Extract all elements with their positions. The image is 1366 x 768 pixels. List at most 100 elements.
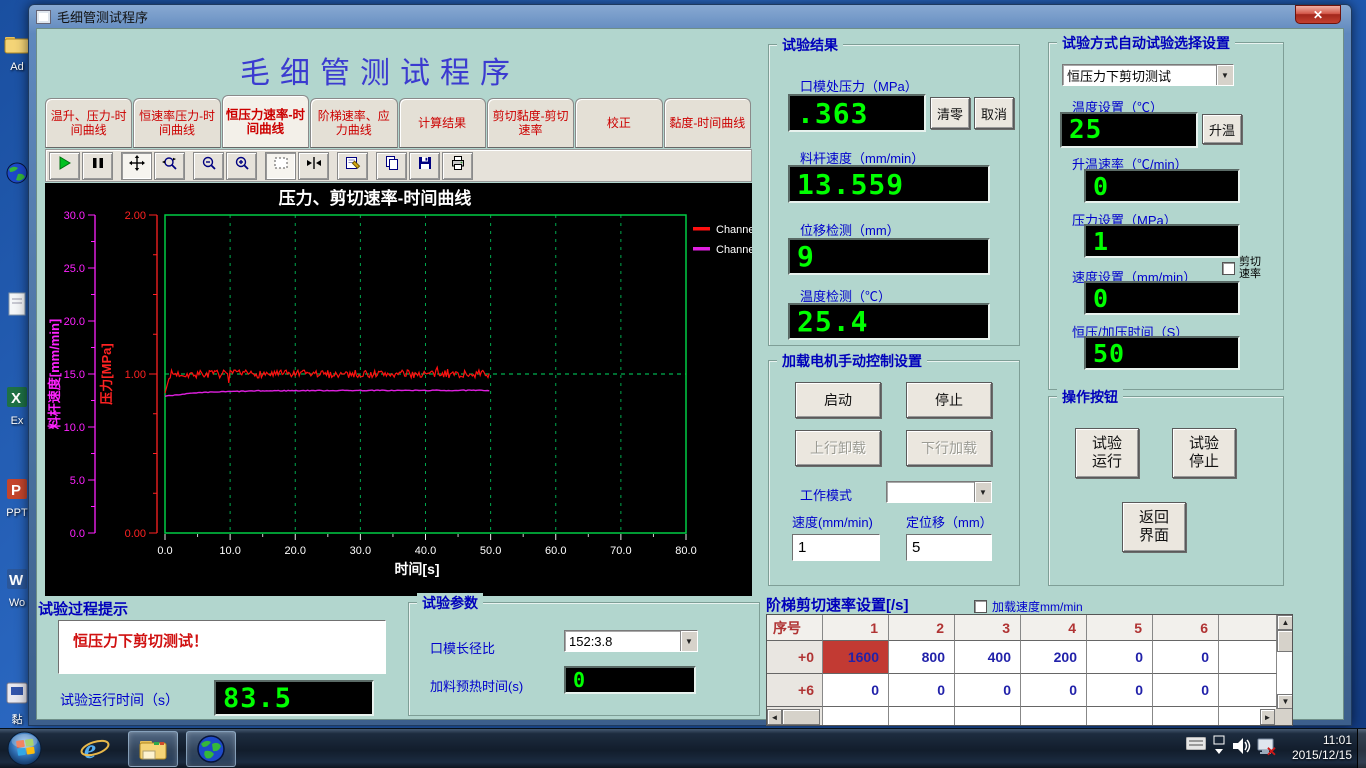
table-cell-+6-3[interactable]: 0 <box>955 674 1021 707</box>
svg-text:压力、剪切速率-时间曲线: 压力、剪切速率-时间曲线 <box>279 188 472 208</box>
chevron-down-icon[interactable]: ▼ <box>974 482 991 502</box>
select-box-button[interactable] <box>265 152 296 180</box>
load-speed-checkbox[interactable] <box>974 600 987 613</box>
windows-start-icon <box>6 730 43 767</box>
tab-2[interactable]: 恒压力速率-时间曲线 <box>222 95 309 148</box>
test-mode-dropdown[interactable]: 恒压力下剪切测试 ▼ <box>1062 64 1234 86</box>
table-cell-+6-1[interactable]: 0 <box>823 674 889 707</box>
taskbar-clock[interactable]: 11:01 2015/12/15 <box>1292 733 1352 763</box>
tab-5[interactable]: 剪切黏度-剪切速率 <box>487 98 574 148</box>
pause-button[interactable] <box>82 152 113 180</box>
svg-text:e: e <box>84 734 96 764</box>
tab-0[interactable]: 温升、压力-时间曲线 <box>45 98 132 148</box>
die-ratio-dropdown[interactable]: 152:3.8 ▼ <box>564 630 698 652</box>
table-cell-+6-5[interactable]: 0 <box>1087 674 1153 707</box>
target-displacement-input[interactable]: 5 <box>906 534 992 561</box>
table-cell-+12-3[interactable] <box>955 707 1021 726</box>
close-button[interactable]: ✕ <box>1295 5 1341 24</box>
motor-stop-button[interactable]: 停止 <box>906 382 992 418</box>
col-header-6: 6 <box>1153 615 1219 641</box>
tab-7[interactable]: 黏度-时间曲线 <box>664 98 751 148</box>
taskbar-app-globe-button[interactable] <box>186 731 236 767</box>
zoom-dynamic-button[interactable] <box>154 152 185 180</box>
table-cell-+0-1[interactable]: 1600 <box>823 641 889 674</box>
table-vscroll-thumb[interactable] <box>1277 630 1293 652</box>
manual-speed-input[interactable]: 1 <box>792 534 880 561</box>
table-cell-+6-2[interactable]: 0 <box>889 674 955 707</box>
taskbar: e <box>0 728 1366 768</box>
tab-3[interactable]: 阶梯速率、应力曲线 <box>310 98 397 148</box>
table-cell-+12-5[interactable] <box>1087 707 1153 726</box>
show-desktop-button[interactable] <box>1357 729 1366 768</box>
network-disconnected-icon[interactable]: ✕ <box>1256 737 1278 757</box>
screen: AdXExPPPTWWo黏 毛细管测试程序 ✕ 毛细管测试程序 温升、压力-时间… <box>0 0 1366 768</box>
table-cell-+12-1[interactable] <box>823 707 889 726</box>
table-cell-+12-4[interactable] <box>1021 707 1087 726</box>
heat-up-button[interactable]: 升温 <box>1202 114 1242 144</box>
chevron-down-icon[interactable]: ▼ <box>680 631 697 651</box>
svg-text:X: X <box>11 390 21 407</box>
pan-icon <box>129 155 145 176</box>
table-cell-+0-5[interactable]: 0 <box>1087 641 1153 674</box>
taskbar-ie-button[interactable]: e <box>80 734 110 768</box>
table-cell-+12-2[interactable] <box>889 707 955 726</box>
table-cell-+6-6[interactable]: 0 <box>1153 674 1219 707</box>
properties-button[interactable] <box>337 152 368 180</box>
taskbar-explorer-button[interactable] <box>128 731 178 767</box>
keyboard-tray-icon[interactable] <box>1186 737 1206 750</box>
table-cell-+0-2[interactable]: 800 <box>889 641 955 674</box>
table-cell-+0-6[interactable]: 0 <box>1153 641 1219 674</box>
table-scroll-up-button[interactable]: ▲ <box>1277 615 1293 630</box>
copy-button[interactable] <box>376 152 407 180</box>
motor-start-button[interactable]: 启动 <box>795 382 881 418</box>
chevron-down-icon[interactable]: ▼ <box>1216 65 1233 85</box>
table-scroll-left-button[interactable]: ◄ <box>767 709 782 725</box>
svg-text:20.0: 20.0 <box>64 316 85 328</box>
svg-text:时间[s]: 时间[s] <box>394 561 439 577</box>
hidden-icons-button[interactable] <box>1212 735 1226 755</box>
test-run-button[interactable]: 试验 运行 <box>1075 428 1139 478</box>
speed-set-display: 0 <box>1084 281 1240 315</box>
shear-rate-checkbox[interactable] <box>1222 262 1235 275</box>
zoom-out-button[interactable] <box>193 152 224 180</box>
volume-icon[interactable] <box>1232 737 1252 755</box>
copy-icon <box>384 155 400 176</box>
svg-text:30.0: 30.0 <box>350 545 371 557</box>
globe-icon <box>197 735 225 763</box>
test-stop-button[interactable]: 试验 停止 <box>1172 428 1236 478</box>
ram-speed-display: 13.559 <box>788 165 990 203</box>
svg-text:70.0: 70.0 <box>610 545 631 557</box>
table-scroll-right-button[interactable]: ► <box>1260 709 1275 725</box>
table-cell-+6-4[interactable]: 0 <box>1021 674 1087 707</box>
table-scroll-down-button[interactable]: ▼ <box>1277 694 1293 709</box>
cancel-button[interactable]: 取消 <box>974 97 1014 129</box>
work-mode-dropdown[interactable]: ▼ <box>886 481 992 503</box>
folder-icon <box>139 737 167 761</box>
table-cell-+12-6[interactable] <box>1153 707 1219 726</box>
zero-button[interactable]: 清零 <box>930 97 970 129</box>
window-icon <box>36 10 51 24</box>
runtime-label: 试验运行时间（s） <box>60 690 179 710</box>
up-unload-button[interactable]: 上行卸载 <box>795 430 881 466</box>
start-button[interactable] <box>6 730 43 768</box>
save-button[interactable] <box>409 152 440 180</box>
svg-text:30.0: 30.0 <box>64 210 85 222</box>
window-title: 毛细管测试程序 <box>57 7 148 26</box>
tab-1[interactable]: 恒速率压力-时间曲线 <box>133 98 220 148</box>
fit-axis-button[interactable] <box>298 152 329 180</box>
svg-text:10.0: 10.0 <box>64 422 85 434</box>
table-cell-+0-3[interactable]: 400 <box>955 641 1021 674</box>
zoom-in-button[interactable] <box>226 152 257 180</box>
return-ui-button[interactable]: 返回 界面 <box>1122 502 1186 552</box>
print-button[interactable] <box>442 152 473 180</box>
down-load-button[interactable]: 下行加载 <box>906 430 992 466</box>
tab-4[interactable]: 计算结果 <box>399 98 486 148</box>
table-hscroll-thumb[interactable] <box>782 709 820 725</box>
tab-6[interactable]: 校正 <box>575 98 662 148</box>
table-cell-+0-4[interactable]: 200 <box>1021 641 1087 674</box>
motor-group-title: 加载电机手动控制设置 <box>777 351 927 371</box>
pan-button[interactable] <box>121 152 152 180</box>
window-titlebar[interactable]: 毛细管测试程序 <box>28 4 1352 29</box>
hint-message: 恒压力下剪切测试！ <box>59 621 385 651</box>
play-button[interactable] <box>49 152 80 180</box>
